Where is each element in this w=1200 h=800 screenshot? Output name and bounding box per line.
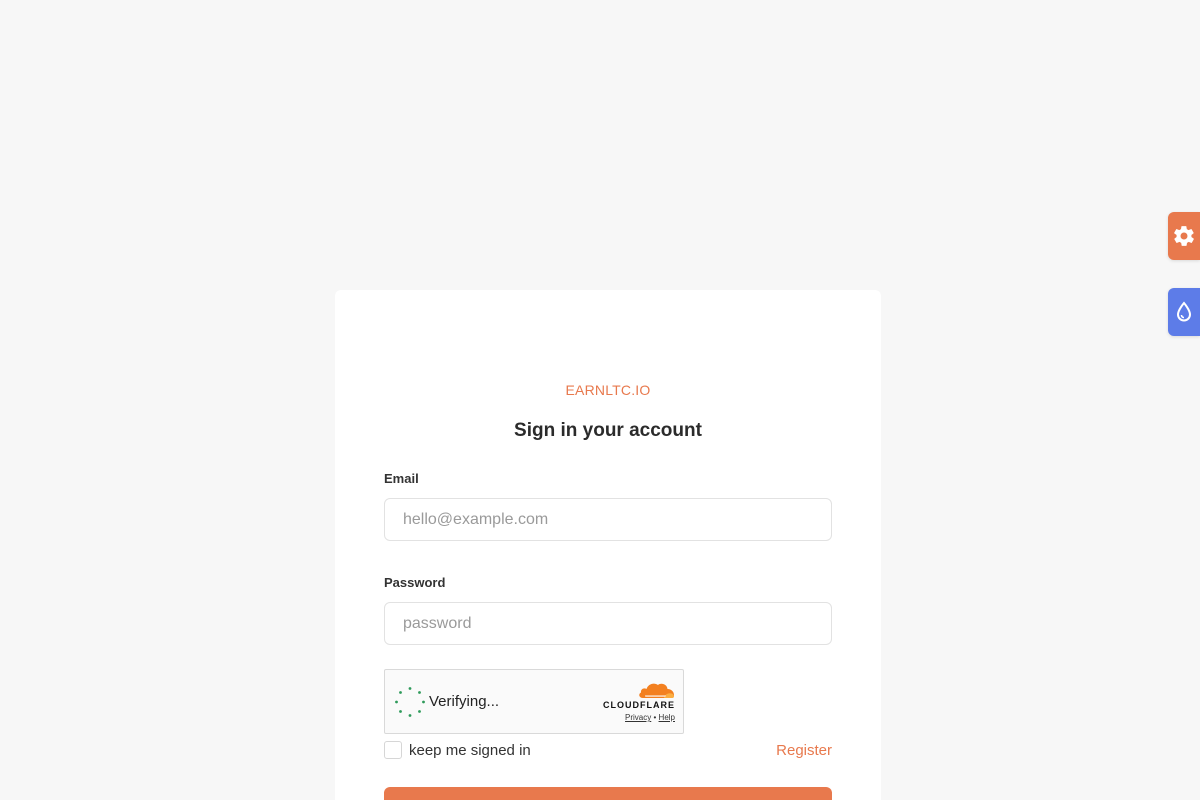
link-separator: • <box>653 713 657 722</box>
spinner-icon <box>395 687 425 717</box>
password-label: Password <box>384 575 446 590</box>
settings-button[interactable] <box>1168 212 1200 260</box>
cloudflare-captcha[interactable]: Verifying... CLOUDFLARE Privacy • Help <box>384 669 684 734</box>
remember-checkbox[interactable] <box>384 741 402 759</box>
remember-me[interactable]: keep me signed in <box>384 741 531 759</box>
remember-label: keep me signed in <box>409 741 531 759</box>
register-link[interactable]: Register <box>776 742 832 759</box>
cloud-icon <box>639 683 674 698</box>
email-label: Email <box>384 471 419 486</box>
help-link[interactable]: Help <box>659 713 675 722</box>
email-field[interactable] <box>384 498 832 541</box>
page: EARNLTC.IO Sign in your account Email Pa… <box>0 0 1200 800</box>
sign-in-button[interactable] <box>384 787 832 800</box>
cloudflare-wordmark: CLOUDFLARE <box>603 700 675 710</box>
captcha-status: Verifying... <box>429 693 500 710</box>
page-title: Sign in your account <box>514 420 702 441</box>
privacy-link[interactable]: Privacy <box>625 713 651 722</box>
cloudflare-links: Privacy • Help <box>599 713 675 722</box>
login-card: EARNLTC.IO Sign in your account Email Pa… <box>335 290 881 800</box>
droplet-icon <box>1176 301 1192 322</box>
brand-name: EARNLTC.IO <box>565 382 651 398</box>
cloudflare-logo: CLOUDFLARE Privacy • Help <box>599 681 675 722</box>
gear-icon <box>1174 226 1194 246</box>
password-field[interactable] <box>384 602 832 645</box>
theme-button[interactable] <box>1168 288 1200 336</box>
